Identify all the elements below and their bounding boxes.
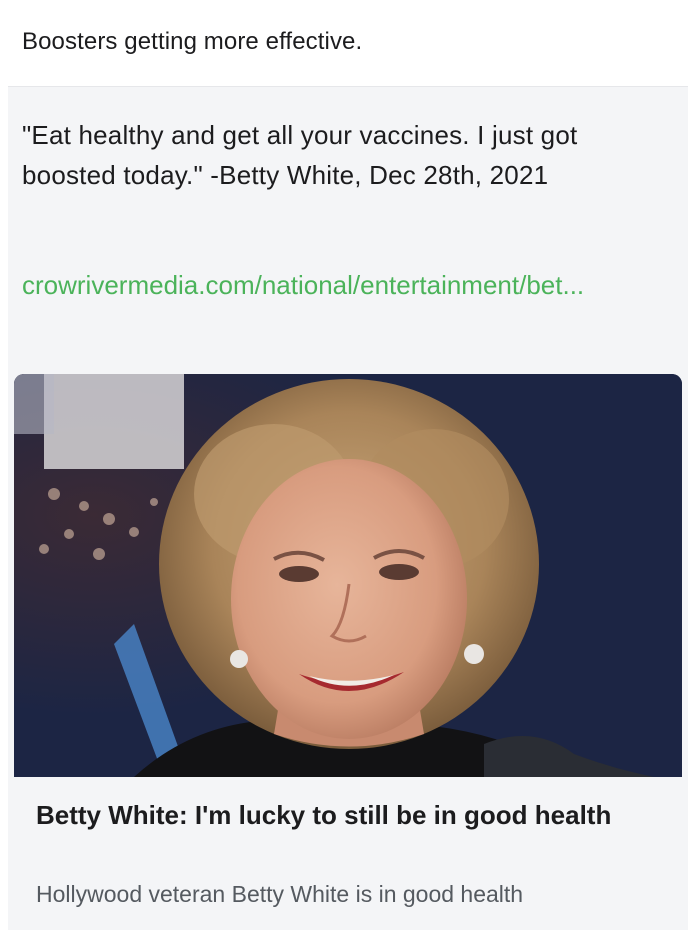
link-preview-card[interactable]: "Eat healthy and get all your vaccines. … — [8, 86, 688, 930]
article-info[interactable]: Betty White: I'm lucky to still be in go… — [14, 777, 682, 930]
article-title[interactable]: Betty White: I'm lucky to still be in go… — [36, 795, 666, 835]
article-link[interactable]: crowrivermedia.com/national/entertainmen… — [22, 265, 672, 305]
quote-text: "Eat healthy and get all your vaccines. … — [22, 120, 578, 190]
article-description: Hollywood veteran Betty White is in good… — [36, 881, 524, 907]
post-caption: Boosters getting more effective. — [22, 28, 363, 55]
article-thumbnail[interactable] — [14, 374, 682, 777]
